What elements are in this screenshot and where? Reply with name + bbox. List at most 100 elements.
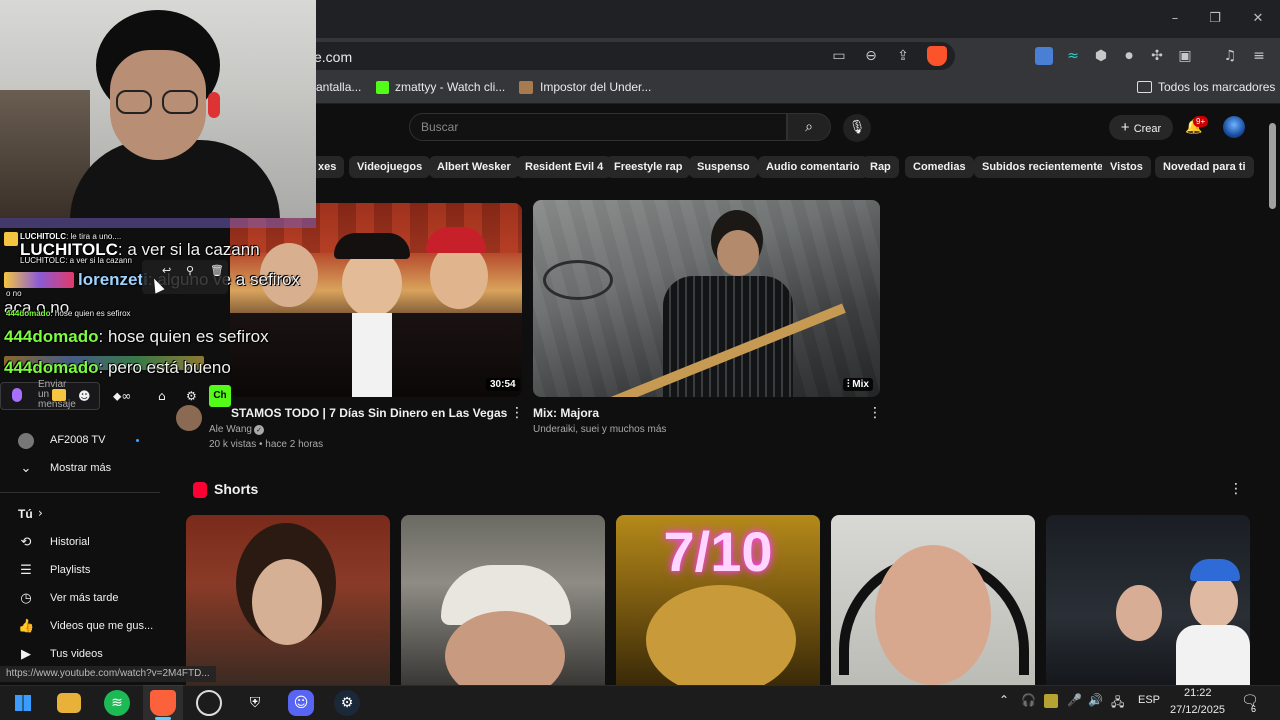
- create-button[interactable]: + Crear: [1109, 115, 1173, 140]
- more-options-icon[interactable]: ⋮: [868, 405, 882, 421]
- share-icon[interactable]: ⇪: [893, 46, 913, 66]
- network-icon[interactable]: 🖧: [1111, 693, 1124, 714]
- video-title[interactable]: Mix: Majora: [533, 406, 599, 420]
- channel-name[interactable]: Underaiki, suei y muchos más: [533, 424, 666, 435]
- sidebar-item-label: AF2008 TV: [50, 434, 106, 446]
- video-thumbnail[interactable]: ⫶ Mix: [533, 200, 880, 397]
- mic-icon[interactable]: [12, 388, 22, 402]
- address-bar[interactable]: [300, 42, 955, 70]
- chip[interactable]: Novedad para ti: [1155, 156, 1254, 178]
- chip[interactable]: Albert Wesker: [429, 156, 519, 178]
- chip[interactable]: Videojuegos: [349, 156, 431, 178]
- bookmark-item[interactable]: Impostor del Under...: [540, 80, 651, 94]
- url-text[interactable]: e.com: [314, 49, 352, 65]
- person-face: [1190, 573, 1238, 629]
- notification-center-icon[interactable]: 🗨: [1241, 693, 1259, 709]
- trash-icon[interactable]: 🗑: [210, 264, 224, 277]
- sidebar-item-label: Videos que me gus...: [50, 620, 154, 632]
- chevron-down-icon: ⌄: [20, 461, 32, 476]
- menu-icon[interactable]: ≡: [1249, 46, 1269, 66]
- emote-icon[interactable]: [52, 389, 66, 401]
- pin-icon[interactable]: ⚲: [186, 264, 194, 277]
- sidebar-item-show-more[interactable]: ⌄ Mostrar más: [18, 455, 168, 483]
- chat-user: lorenzeti: [78, 270, 148, 289]
- chip[interactable]: Resident Evil 4: [517, 156, 612, 178]
- chip[interactable]: Subidos recientemente: [974, 156, 1112, 178]
- person-face: [646, 585, 796, 685]
- all-bookmarks[interactable]: Todos los marcadores: [1158, 80, 1275, 94]
- chip[interactable]: Audio comentario: [758, 156, 868, 178]
- music-icon[interactable]: ♫: [1220, 46, 1240, 66]
- zoom-icon[interactable]: ⊖: [861, 46, 881, 66]
- more-options-icon[interactable]: ⋮: [1229, 481, 1243, 497]
- extension-icon[interactable]: ≈: [1063, 46, 1083, 66]
- sidebar-item-your-videos[interactable]: ▶ Tus videos: [18, 641, 168, 669]
- gear-icon[interactable]: ⚙: [186, 389, 197, 403]
- sidebar-item-subscription[interactable]: AF2008 TV: [18, 427, 168, 455]
- dot-icon[interactable]: ●: [1119, 46, 1139, 66]
- scrollbar-thumb[interactable]: [1269, 123, 1276, 209]
- restore-icon[interactable]: ❐: [1204, 8, 1226, 30]
- microphone-icon[interactable]: 🎤: [1067, 693, 1082, 707]
- bits-icon[interactable]: ⬥∞: [113, 389, 131, 404]
- webcam-overlay: [0, 0, 316, 218]
- chip[interactable]: Comedias: [905, 156, 974, 178]
- chip[interactable]: Freestyle rap: [606, 156, 691, 178]
- brave-shield-icon[interactable]: [927, 46, 947, 66]
- sidebar-toggle-icon[interactable]: ▣: [1175, 46, 1195, 66]
- volume-icon[interactable]: 🔊: [1088, 693, 1103, 707]
- sidebar-section-you[interactable]: Tú ›: [18, 500, 168, 528]
- windows-start-icon[interactable]: [10, 690, 36, 716]
- store-icon[interactable]: ⌂: [158, 389, 166, 403]
- short-thumbnail[interactable]: 7/10: [616, 515, 820, 685]
- file-explorer-icon[interactable]: [57, 693, 81, 713]
- bookmark-item[interactable]: antalla...: [316, 80, 361, 94]
- chat-send-button[interactable]: Ch: [209, 385, 231, 407]
- more-options-icon[interactable]: ⋮: [510, 405, 524, 421]
- chat-line-big: 444domado: pero está bueno: [4, 358, 231, 378]
- red-cap: [426, 227, 486, 253]
- chip[interactable]: Vistos: [1102, 156, 1151, 178]
- chevron-up-icon[interactable]: ⌃: [999, 693, 1009, 707]
- create-label: Crear: [1133, 123, 1162, 135]
- spotify-icon[interactable]: ≋: [104, 690, 130, 716]
- hair: [334, 233, 410, 259]
- mix-label: Mix: [852, 379, 869, 390]
- short-thumbnail[interactable]: [831, 515, 1035, 685]
- chat-text: a ver si la cazann: [127, 240, 260, 259]
- chip[interactable]: Rap: [862, 156, 899, 178]
- tray-app-icon[interactable]: [1044, 694, 1058, 708]
- short-thumbnail[interactable]: [1046, 515, 1250, 685]
- chat-user: 444domado: [4, 358, 99, 377]
- clock-date[interactable]: 27/12/2025: [1170, 704, 1225, 716]
- kick-icon: [376, 81, 389, 94]
- discord-icon[interactable]: ☺: [288, 690, 314, 716]
- avatar[interactable]: [1223, 116, 1245, 138]
- minimize-icon[interactable]: –: [1164, 8, 1186, 30]
- clock-time[interactable]: 21:22: [1184, 687, 1212, 699]
- puzzle-icon[interactable]: ✣: [1147, 46, 1167, 66]
- sidebar-item-watch-later[interactable]: ◷ Ver más tarde: [18, 585, 168, 613]
- search-input[interactable]: [409, 113, 787, 141]
- steam-icon[interactable]: ⚙: [334, 690, 360, 716]
- close-icon[interactable]: ✕: [1247, 8, 1269, 30]
- sidebar-item-history[interactable]: ⟲ Historial: [18, 529, 168, 557]
- reply-icon[interactable]: ↩: [162, 264, 171, 277]
- headset-icon[interactable]: 🎧: [1021, 693, 1036, 707]
- sidebar-item-liked[interactable]: 👍 Videos que me gus...: [18, 613, 168, 641]
- extension-badge-icon[interactable]: ⬢: [1091, 46, 1111, 66]
- bookmark-item[interactable]: zmattyy - Watch cli...: [395, 80, 505, 94]
- channel-name[interactable]: Ale Wang: [209, 424, 252, 435]
- sidebar-item-playlists[interactable]: ☰ Playlists: [18, 557, 168, 585]
- short-thumbnail[interactable]: [401, 515, 605, 685]
- chip[interactable]: Suspenso: [689, 156, 758, 178]
- cast-icon[interactable]: ▭: [829, 46, 849, 66]
- voice-search-button[interactable]: 🎙: [843, 114, 871, 142]
- language-indicator[interactable]: ESP: [1138, 694, 1160, 706]
- search-button[interactable]: ⌕: [787, 113, 831, 141]
- translate-icon[interactable]: [1035, 47, 1053, 65]
- emoji-icon[interactable]: ☻: [78, 389, 91, 403]
- obs-icon[interactable]: [196, 690, 222, 716]
- app-icon[interactable]: ⛨: [242, 690, 268, 716]
- short-thumbnail[interactable]: [186, 515, 390, 685]
